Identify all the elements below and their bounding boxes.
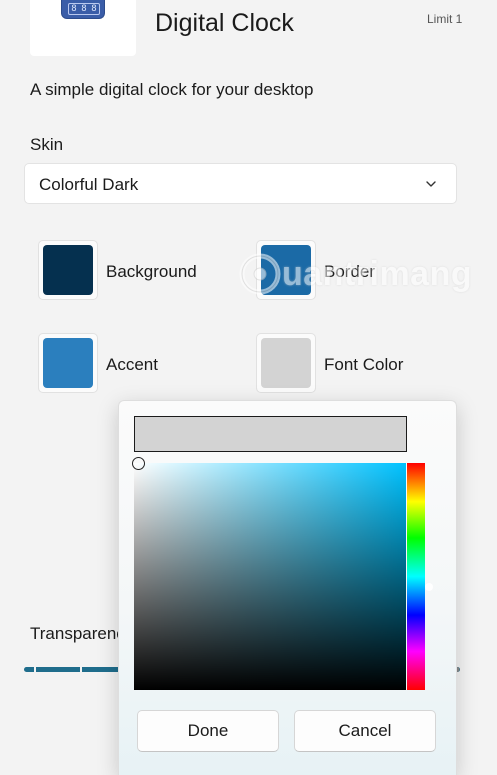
page-title: Digital Clock bbox=[155, 9, 294, 37]
color-spectrum[interactable] bbox=[134, 463, 406, 690]
accent-color-swatch[interactable] bbox=[38, 333, 98, 393]
app-icon: 8 8 8 bbox=[30, 0, 136, 56]
cancel-button[interactable]: Cancel bbox=[294, 710, 436, 752]
done-button[interactable]: Done bbox=[137, 710, 279, 752]
color-picker-flyout: Done Cancel bbox=[118, 400, 457, 775]
skin-label: Skin bbox=[30, 135, 64, 154]
limit-badge: Limit 1 bbox=[427, 12, 463, 26]
hue-slider-handle[interactable] bbox=[425, 583, 433, 591]
background-color-chip bbox=[43, 245, 93, 295]
watermark-text: uantrimang bbox=[282, 254, 473, 293]
font-color-label: Font Color bbox=[324, 355, 404, 374]
watermark: uantrimang bbox=[238, 248, 472, 300]
clock-icon: 8 8 8 bbox=[61, 0, 105, 19]
skin-selected-value: Colorful Dark bbox=[39, 175, 139, 194]
font-color-swatch[interactable] bbox=[256, 333, 316, 393]
color-preview bbox=[134, 416, 407, 452]
hue-slider[interactable] bbox=[407, 463, 425, 690]
chevron-down-icon bbox=[426, 181, 436, 187]
accent-color-chip bbox=[43, 338, 93, 388]
spectrum-selector-handle[interactable] bbox=[132, 457, 145, 470]
skin-dropdown[interactable]: Colorful Dark bbox=[24, 163, 457, 204]
app-description: A simple digital clock for your desktop bbox=[30, 80, 314, 99]
background-color-swatch[interactable] bbox=[38, 240, 98, 300]
accent-color-label: Accent bbox=[106, 355, 158, 374]
font-color-chip bbox=[261, 338, 311, 388]
watermark-logo-icon bbox=[239, 253, 281, 295]
background-color-label: Background bbox=[106, 262, 197, 281]
